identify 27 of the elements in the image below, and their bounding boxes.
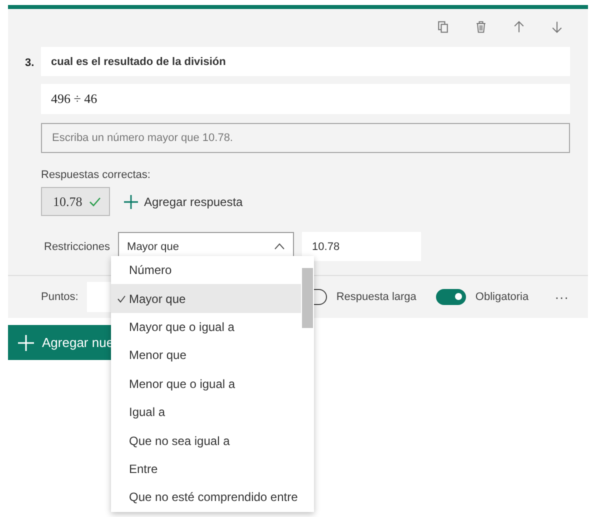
correct-answers-label: Respuestas correctas: bbox=[41, 169, 152, 181]
formula-field[interactable]: 496 ÷ 46 bbox=[41, 84, 570, 114]
menu-option[interactable]: Número bbox=[111, 256, 301, 284]
plus-icon bbox=[124, 194, 138, 208]
menu-option[interactable]: Que no esté comprendido entre bbox=[111, 483, 301, 512]
arrow-down-icon bbox=[550, 20, 564, 34]
question-title-field[interactable]: cual es el resultado de la división bbox=[41, 47, 570, 76]
points-label: Puntos: bbox=[41, 291, 78, 303]
trash-icon bbox=[474, 20, 488, 34]
plus-icon bbox=[18, 334, 34, 350]
restrictions-label: Restricciones bbox=[44, 240, 110, 252]
scrollbar[interactable] bbox=[301, 256, 314, 512]
chevron-icon bbox=[274, 243, 286, 250]
question-number: 3. bbox=[25, 56, 36, 71]
toggle-label: Obligatoria bbox=[475, 291, 529, 303]
toggle-label: Respuesta larga bbox=[336, 291, 416, 303]
menu-option[interactable]: Mayor que bbox=[111, 284, 301, 313]
more-button[interactable]: ··· bbox=[554, 289, 569, 305]
arrow-up-icon bbox=[512, 20, 526, 34]
restriction-value-field[interactable]: 10.78 bbox=[302, 232, 422, 261]
toggle-switch[interactable] bbox=[436, 289, 466, 305]
add-answer-button[interactable]: Agregar respuesta bbox=[124, 194, 243, 208]
copy-icon bbox=[436, 20, 450, 34]
check-icon bbox=[117, 294, 126, 303]
answer-input-field[interactable]: Escriba un número mayor que 10.78. bbox=[41, 123, 570, 153]
answer-chip[interactable]: 10.78 bbox=[41, 187, 110, 216]
check-icon bbox=[89, 196, 101, 206]
